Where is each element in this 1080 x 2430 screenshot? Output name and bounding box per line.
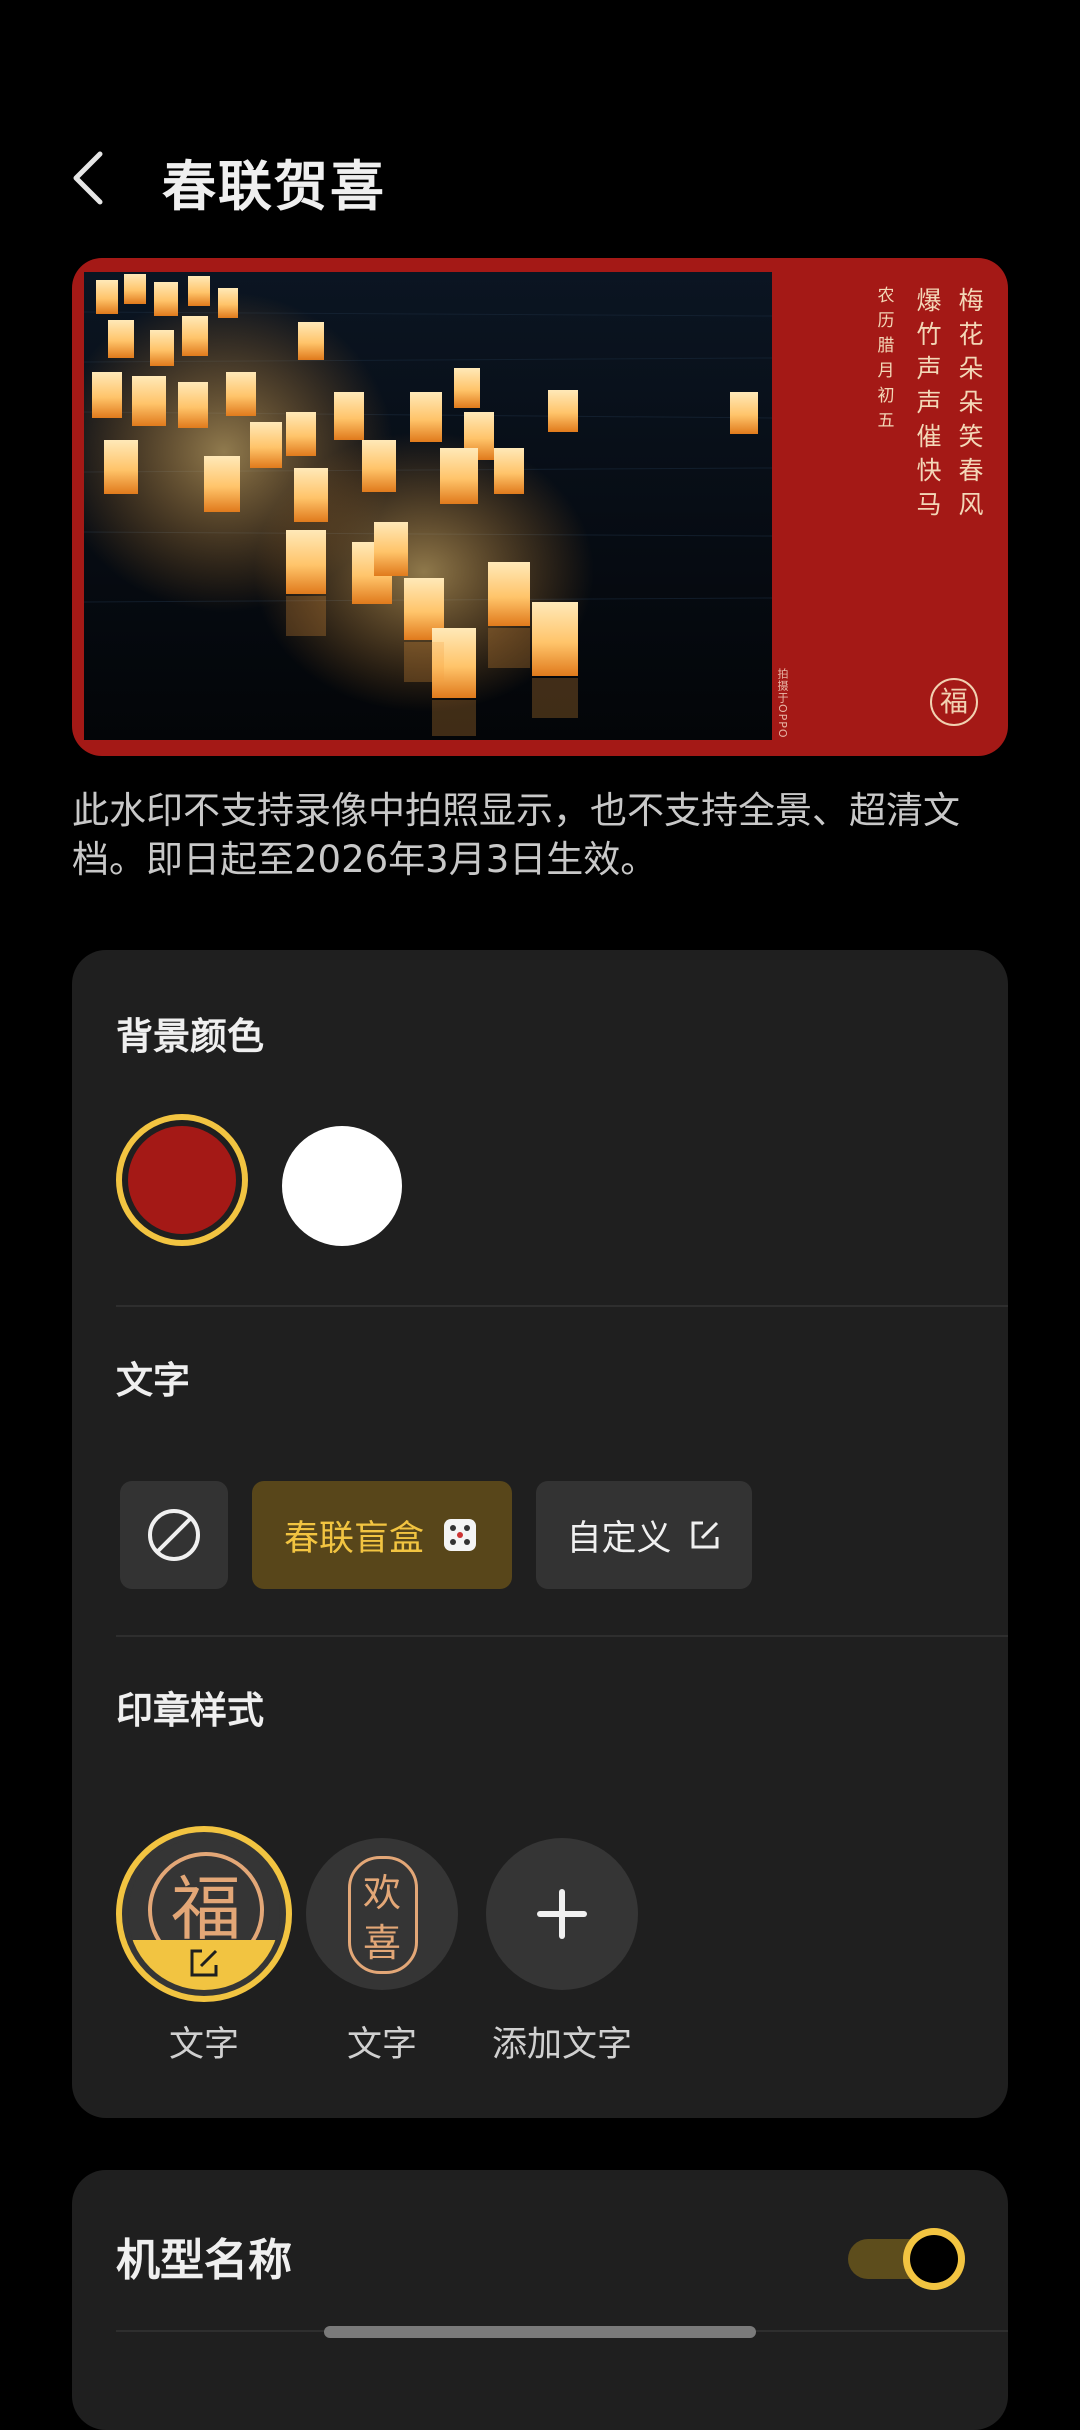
- divider: [116, 1635, 1008, 1637]
- edit-icon: [691, 1521, 718, 1549]
- page-title: 春联贺喜: [162, 155, 386, 218]
- color-option-white[interactable]: [282, 1126, 402, 1246]
- lunar-date-text: 农历腊月初五: [877, 286, 895, 431]
- couplet-left-text: 爆竹声声催快马: [916, 286, 942, 519]
- prohibit-icon: [148, 1509, 200, 1561]
- add-stamp-label: 添加文字: [491, 2025, 632, 2065]
- edit-icon: [190, 1949, 218, 1977]
- custom-text-button[interactable]: 自定义: [536, 1481, 752, 1589]
- blind-box-label: 春联盲盒: [283, 1518, 424, 1559]
- couplet-right-text: 梅花朵朵笑春风: [958, 286, 984, 519]
- notice-text: 此水印不支持录像中拍照显示，也不支持全景、超清文档。即日起至2026年3月3日生…: [72, 789, 960, 881]
- header: 春联贺喜: [0, 120, 1080, 230]
- custom-label: 自定义: [566, 1518, 672, 1559]
- stamp-xi-glyph: 喜: [362, 1921, 401, 1965]
- text-section-title: 文字: [116, 1359, 190, 1402]
- stamp-option-huanxi[interactable]: 欢 喜: [306, 1838, 458, 1990]
- settings-card: 背景颜色 文字 春联盲盒 自定义 印章样式 福 欢 喜 文字 文字 添加文字: [72, 950, 1008, 2118]
- dice-icon: [444, 1519, 476, 1551]
- text-none-button[interactable]: [120, 1481, 228, 1589]
- color-option-red[interactable]: [116, 1114, 248, 1246]
- blind-box-button[interactable]: 春联盲盒: [252, 1481, 512, 1589]
- background-color-title: 背景颜色: [116, 1015, 264, 1058]
- stamp-option-fu[interactable]: 福: [116, 1826, 292, 2002]
- add-stamp-button[interactable]: [486, 1838, 638, 1990]
- stamp-label: 文字: [346, 2025, 417, 2065]
- home-indicator[interactable]: [324, 2326, 756, 2338]
- model-name-toggle[interactable]: [848, 2222, 972, 2296]
- stamp-huan-glyph: 欢: [362, 1871, 401, 1915]
- stamp-edit-band: [128, 1940, 280, 1990]
- plus-icon: [537, 1889, 587, 1939]
- fu-seal-badge: 福: [930, 678, 978, 726]
- divider: [116, 1305, 1008, 1307]
- model-name-card: 机型名称: [72, 2170, 1008, 2430]
- preview-photo: [84, 272, 772, 740]
- lantern-photo-image: [84, 272, 772, 740]
- stamp-style-title: 印章样式: [116, 1689, 264, 1732]
- chevron-left-icon[interactable]: [66, 148, 110, 208]
- stamp-label: 文字: [168, 2025, 239, 2065]
- model-name-title: 机型名称: [116, 2235, 292, 2286]
- watermark-preview: 梅花朵朵笑春风 爆竹声声催快马 农历腊月初五 拍摄于OPPO 福: [72, 258, 1008, 756]
- shot-on-text: 拍摄于OPPO: [776, 668, 789, 739]
